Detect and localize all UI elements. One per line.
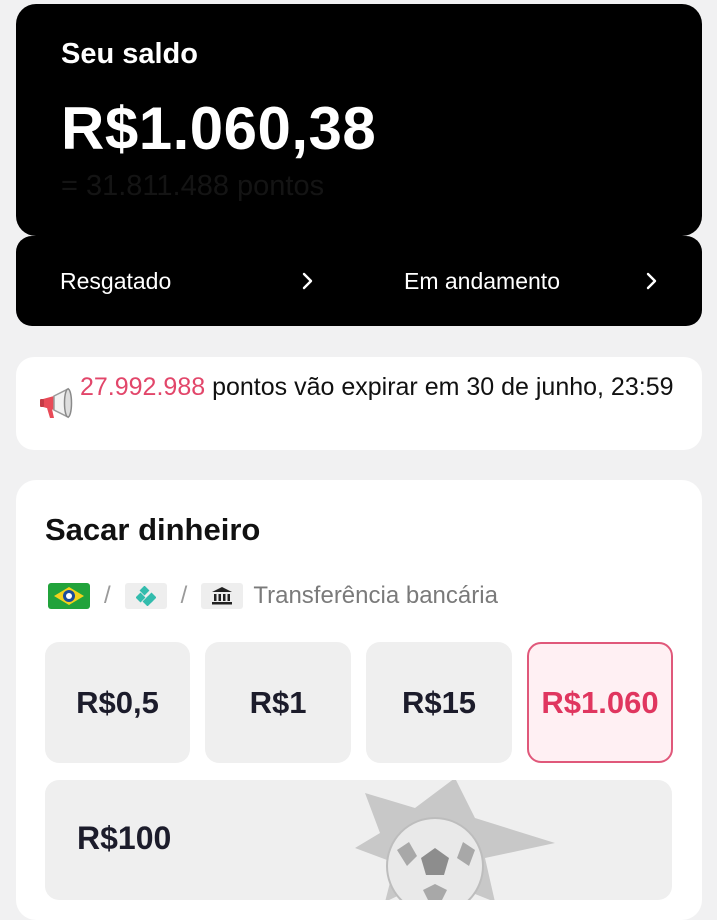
withdraw-title: Sacar dinheiro	[45, 512, 261, 547]
amount-option[interactable]: R$15	[366, 642, 512, 763]
megaphone-icon	[40, 387, 73, 419]
expiry-text: 27.992.988 pontos vão expirar em 30 de j…	[80, 371, 690, 403]
expiry-notice: 27.992.988 pontos vão expirar em 30 de j…	[16, 357, 702, 450]
expiring-points: 27.992.988	[80, 373, 206, 401]
amount-option[interactable]: R$100	[45, 780, 672, 900]
balance-points: = 31.811.488 pontos	[61, 170, 325, 202]
pix-brazil-icon	[48, 583, 90, 609]
redeemed-label: Resgatado	[60, 267, 172, 294]
payment-methods: / / Transferência bancária	[48, 582, 498, 610]
in-progress-button[interactable]: Em andamento	[404, 236, 684, 326]
pix-icon	[124, 583, 167, 609]
expiry-message: pontos vão expirar em 30 de junho, 23:59	[205, 373, 674, 401]
amount-option-label: R$100	[77, 820, 172, 856]
bank-icon	[201, 583, 244, 609]
balance-label: Seu saldo	[61, 38, 198, 70]
withdraw-card: Sacar dinheiro / / Transferência bancári…	[16, 480, 702, 920]
method-separator: /	[104, 582, 111, 609]
method-separator: /	[180, 582, 188, 609]
balance-amount: R$1.060,38	[61, 95, 377, 162]
chevron-right-icon	[646, 272, 657, 290]
balance-card: Seu saldo R$1.060,38 = 31.811.488 pontos	[16, 4, 702, 236]
in-progress-label: Em andamento	[404, 267, 560, 294]
amount-option[interactable]: R$1	[205, 642, 351, 763]
soccer-ball-icon	[355, 780, 555, 900]
amount-option[interactable]: R$0,5	[45, 642, 190, 763]
bank-transfer-label: Transferência bancária	[253, 582, 498, 609]
redeemed-button[interactable]: Resgatado	[60, 236, 360, 326]
actions-bar: Resgatado Em andamento	[16, 236, 702, 326]
chevron-right-icon	[302, 272, 313, 290]
amount-option-selected[interactable]: R$1.060	[527, 642, 673, 763]
